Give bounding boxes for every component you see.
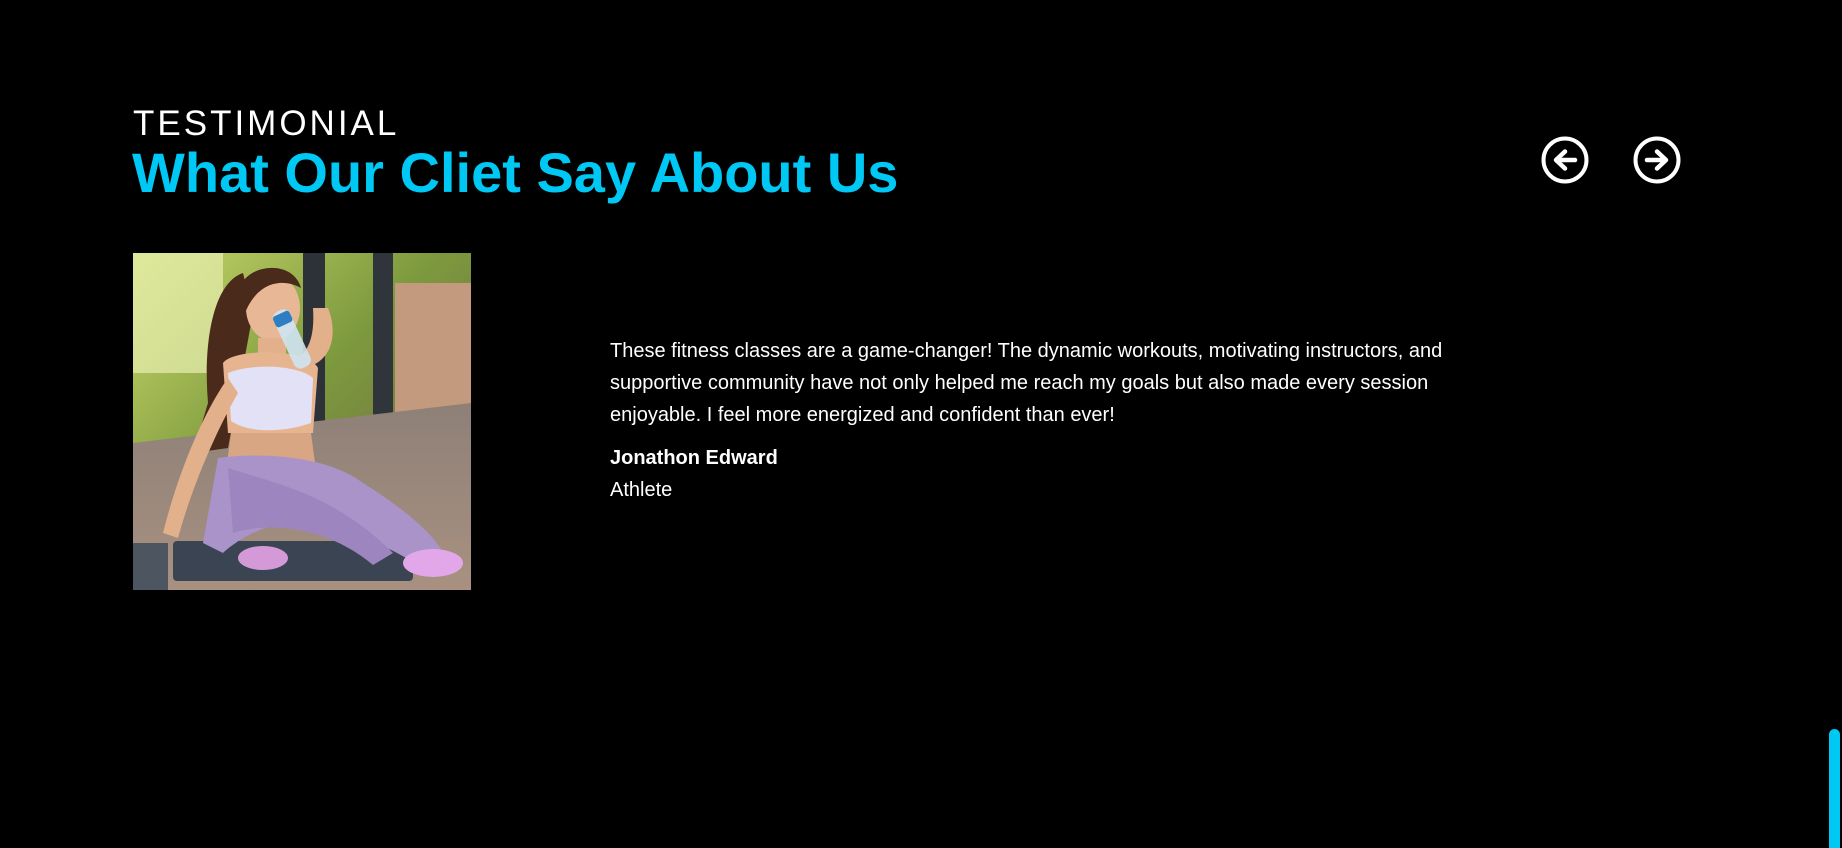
arrow-left-circle-icon bbox=[1541, 136, 1589, 184]
previous-button[interactable] bbox=[1541, 136, 1589, 184]
section-eyebrow: TESTIMONIAL bbox=[133, 104, 400, 143]
author-role: Athlete bbox=[610, 479, 673, 501]
scrollbar[interactable] bbox=[1822, 0, 1842, 848]
section-title: What Our Cliet Say About Us bbox=[132, 141, 899, 204]
next-button[interactable] bbox=[1633, 136, 1681, 184]
arrow-right-circle-icon bbox=[1633, 136, 1681, 184]
scrollbar-thumb[interactable] bbox=[1829, 729, 1840, 848]
testimonial-photo bbox=[133, 253, 471, 590]
testimonial-section: TESTIMONIAL What Our Cliet Say About Us bbox=[0, 0, 1842, 848]
testimonial-quote: These fitness classes are a game-changer… bbox=[610, 340, 1443, 426]
author-name: Jonathon Edward bbox=[610, 447, 778, 469]
